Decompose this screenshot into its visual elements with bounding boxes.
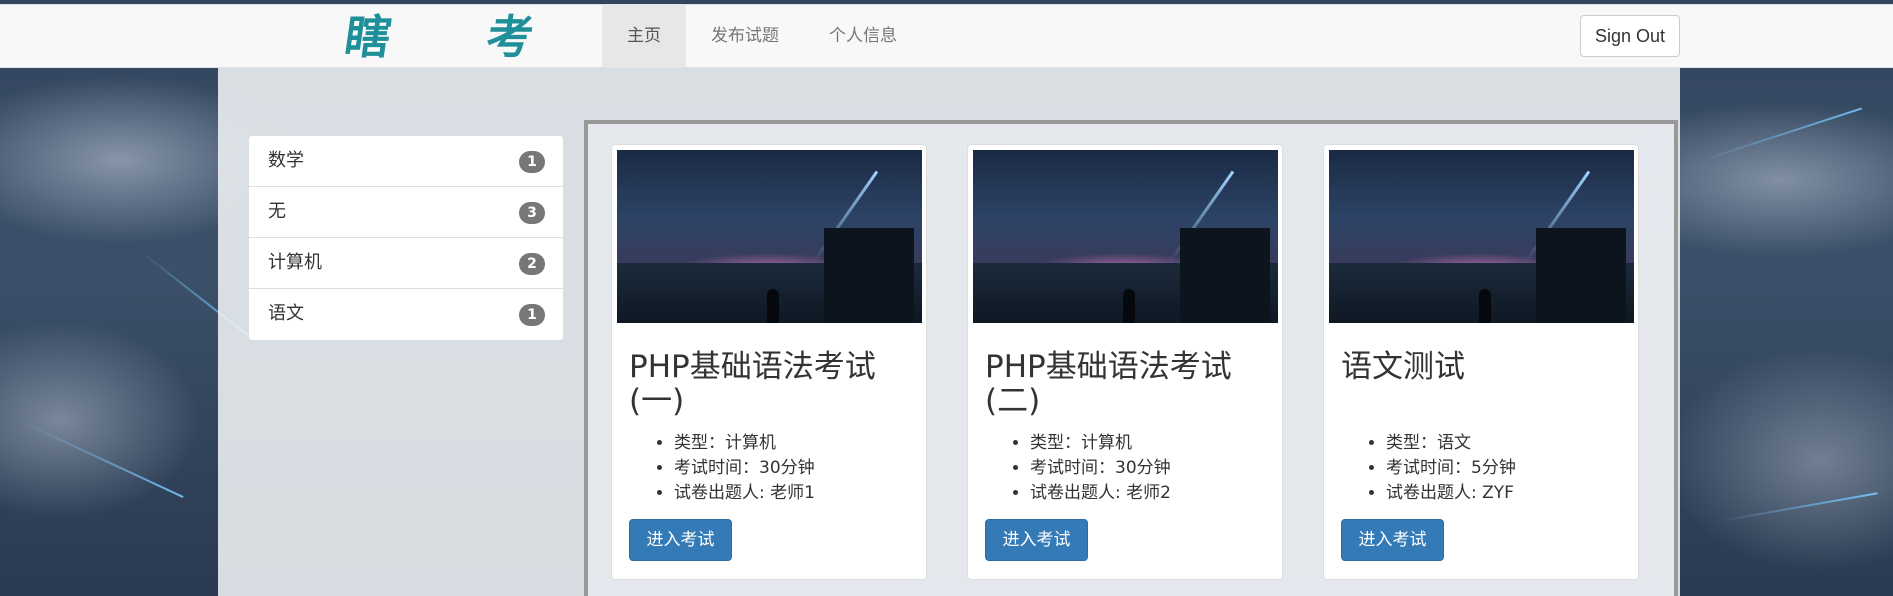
category-list: 数学 1 无 3 计算机 2 语文 1 [248,135,564,341]
exam-type: 类型：计算机 [1030,431,1171,456]
nav-publish-exam[interactable]: 发布试题 [686,5,804,67]
category-count-badge: 2 [519,253,545,275]
main-nav: 主页 发布试题 个人信息 [602,5,922,67]
category-label: 语文 [268,303,304,324]
top-navbar: 瞎 考 主页 发布试题 个人信息 Sign Out [0,4,1893,68]
exam-duration: 考试时间：30分钟 [674,456,815,481]
exam-author: 试卷出题人: ZYF [1386,481,1516,506]
light-streak [19,420,184,498]
exam-title: PHP基础语法考试(一) [629,349,876,419]
sign-out-button[interactable]: Sign Out [1580,15,1680,57]
exam-title: 语文测试 [1341,349,1465,385]
exam-card: 语文测试 类型：语文 考试时间：5分钟 试卷出题人: ZYF 进入考试 [1323,144,1639,580]
brand-logo[interactable]: 瞎 考 [341,10,577,64]
exam-author: 试卷出题人: 老师1 [674,481,815,506]
category-item-none[interactable]: 无 3 [249,187,563,238]
enter-exam-button[interactable]: 进入考试 [629,519,732,561]
category-item-computer[interactable]: 计算机 2 [249,238,563,289]
nav-home[interactable]: 主页 [602,5,686,67]
category-label: 无 [268,201,286,222]
exam-title: PHP基础语法考试(二) [985,349,1232,419]
exam-info-list: 类型：计算机 考试时间：30分钟 试卷出题人: 老师2 [1008,431,1171,506]
category-label: 计算机 [268,252,322,273]
exam-card: PHP基础语法考试(二) 类型：计算机 考试时间：30分钟 试卷出题人: 老师2… [967,144,1283,580]
exam-duration: 考试时间：30分钟 [1030,456,1171,481]
category-label: 数学 [268,150,304,171]
nav-profile[interactable]: 个人信息 [804,5,922,67]
enter-exam-button[interactable]: 进入考试 [985,519,1088,561]
category-count-badge: 1 [519,304,545,326]
exam-info-list: 类型：计算机 考试时间：30分钟 试卷出题人: 老师1 [652,431,815,506]
exam-thumbnail [973,150,1278,323]
exam-type: 类型：语文 [1386,431,1516,456]
category-item-chinese[interactable]: 语文 1 [249,289,563,340]
exam-type: 类型：计算机 [674,431,815,456]
light-streak [1719,492,1878,522]
category-item-math[interactable]: 数学 1 [249,136,563,187]
light-streak [1699,107,1862,162]
exam-card: PHP基础语法考试(一) 类型：计算机 考试时间：30分钟 试卷出题人: 老师1… [611,144,927,580]
category-count-badge: 3 [519,202,545,224]
enter-exam-button[interactable]: 进入考试 [1341,519,1444,561]
exam-info-list: 类型：语文 考试时间：5分钟 试卷出题人: ZYF [1364,431,1516,506]
exam-author: 试卷出题人: 老师2 [1030,481,1171,506]
exam-thumbnail [617,150,922,323]
exam-thumbnail [1329,150,1634,323]
category-count-badge: 1 [519,151,545,173]
exam-duration: 考试时间：5分钟 [1386,456,1516,481]
